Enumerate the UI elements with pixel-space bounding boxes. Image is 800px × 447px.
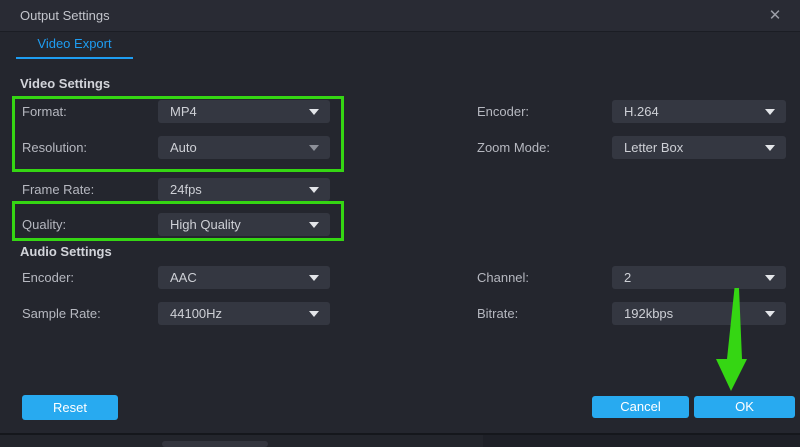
resolution-label: Resolution: — [22, 140, 87, 155]
sample-rate-label: Sample Rate: — [22, 306, 101, 321]
video-encoder-dropdown[interactable]: H.264 — [612, 100, 786, 123]
quality-label: Quality: — [22, 217, 66, 232]
background-app-strip-dark — [483, 435, 800, 447]
channel-value: 2 — [624, 266, 631, 289]
chevron-down-icon — [765, 275, 775, 281]
chevron-down-icon — [309, 109, 319, 115]
format-dropdown[interactable]: MP4 — [158, 100, 330, 123]
close-icon[interactable]: ✕ — [760, 0, 790, 31]
background-app-bar — [162, 441, 268, 447]
bitrate-dropdown[interactable]: 192kbps — [612, 302, 786, 325]
sample-rate-dropdown[interactable]: 44100Hz — [158, 302, 330, 325]
ok-button[interactable]: OK — [694, 396, 795, 418]
chevron-down-icon — [309, 187, 319, 193]
zoom-mode-dropdown[interactable]: Letter Box — [612, 136, 786, 159]
format-value: MP4 — [170, 100, 197, 123]
chevron-down-icon — [765, 311, 775, 317]
audio-encoder-label: Encoder: — [22, 270, 74, 285]
video-encoder-value: H.264 — [624, 100, 659, 123]
frame-rate-dropdown[interactable]: 24fps — [158, 178, 330, 201]
channel-dropdown[interactable]: 2 — [612, 266, 786, 289]
chevron-down-icon — [765, 109, 775, 115]
chevron-down-icon — [309, 145, 319, 151]
video-settings-heading: Video Settings — [20, 76, 110, 91]
annotation-arrow-to-ok-icon — [0, 0, 800, 447]
frame-rate-value: 24fps — [170, 178, 202, 201]
tab-video-export[interactable]: Video Export — [16, 32, 133, 59]
zoom-mode-value: Letter Box — [624, 136, 683, 159]
format-label: Format: — [22, 104, 67, 119]
cancel-button[interactable]: Cancel — [592, 396, 689, 418]
title-bar: Output Settings ✕ — [0, 0, 800, 32]
quality-value: High Quality — [170, 213, 241, 236]
audio-encoder-dropdown[interactable]: AAC — [158, 266, 330, 289]
audio-encoder-value: AAC — [170, 266, 197, 289]
video-encoder-label: Encoder: — [477, 104, 529, 119]
frame-rate-label: Frame Rate: — [22, 182, 94, 197]
chevron-down-icon — [309, 275, 319, 281]
chevron-down-icon — [309, 222, 319, 228]
zoom-mode-label: Zoom Mode: — [477, 140, 550, 155]
quality-dropdown[interactable]: High Quality — [158, 213, 330, 236]
reset-button[interactable]: Reset — [22, 395, 118, 420]
resolution-dropdown[interactable]: Auto — [158, 136, 330, 159]
channel-label: Channel: — [477, 270, 529, 285]
audio-settings-heading: Audio Settings — [20, 244, 112, 259]
resolution-value: Auto — [170, 136, 197, 159]
bitrate-value: 192kbps — [624, 302, 673, 325]
chevron-down-icon — [765, 145, 775, 151]
output-settings-dialog: Output Settings ✕ Video Export Video Set… — [0, 0, 800, 447]
bitrate-label: Bitrate: — [477, 306, 518, 321]
chevron-down-icon — [309, 311, 319, 317]
sample-rate-value: 44100Hz — [170, 302, 222, 325]
dialog-title: Output Settings — [20, 0, 110, 31]
